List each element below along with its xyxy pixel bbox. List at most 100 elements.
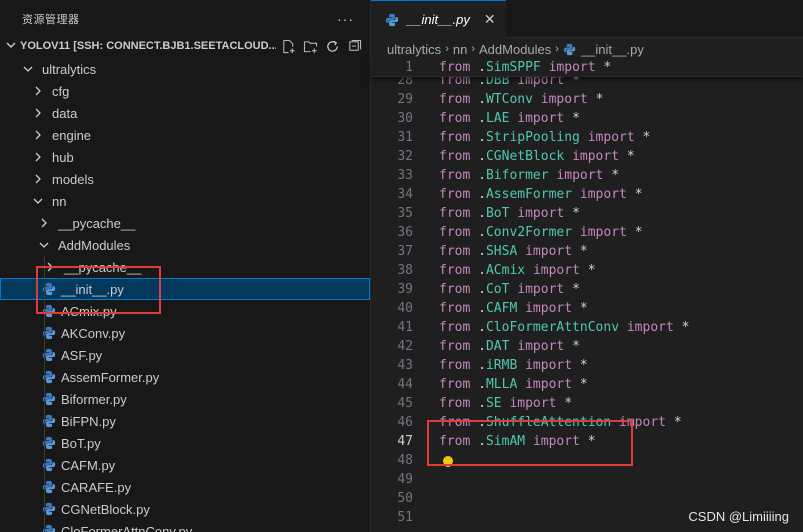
chevron-down-icon [36,240,52,250]
chevron-right-icon [30,108,46,118]
tree-file-item[interactable]: CGNetBlock.py [0,498,370,520]
tree-folder-item[interactable]: nn [0,190,370,212]
chevron-right-icon [30,130,46,140]
tree-file-item[interactable]: ACmix.py [0,300,370,322]
watermark: CSDN @Limiiiing [688,509,789,524]
tree-item-label: models [52,171,94,187]
dot-token: . [478,263,486,278]
code-editor[interactable]: 1 from . SimSPPF import * 28 from . DBB impor… [371,59,803,527]
module-name: WTConv [485,92,533,107]
tree-folder-item[interactable]: ultralytics [0,58,370,80]
tree-folder-item[interactable]: AddModules [0,234,370,256]
breadcrumb-item[interactable]: __init__.py [581,42,644,57]
code-line: 45 from . SE import * [371,394,803,413]
line-number: 46 [397,415,413,430]
code-line: 29 from . WTConv import * [371,90,803,109]
tree-folder-item[interactable]: data [0,102,370,124]
new-folder-icon[interactable] [302,38,318,54]
tree-file-item[interactable]: CARAFE.py [0,476,370,498]
workspace-title: YOLOV11 [SSH: CONNECT.BJB1.SEETACLOUD...… [20,40,276,52]
keyword-import: import [525,301,573,316]
wildcard-token: * [681,320,690,335]
dot-token: . [478,339,486,354]
tree-folder-item[interactable]: __pycache__ [0,256,370,278]
wildcard-token: * [579,377,588,392]
keyword-import: import [517,111,565,126]
module-name: CGNetBlock [485,149,565,164]
keyword-import: import [626,320,674,335]
close-icon[interactable]: ✕ [484,11,496,28]
chevron-down-icon [6,40,20,53]
tree-folder-item[interactable]: models [0,168,370,190]
tree-item-label: data [52,105,78,121]
chevron-right-icon [30,86,46,96]
line-number: 34 [397,187,413,202]
breadcrumb-item[interactable]: AddModules [479,42,551,57]
tree-file-item[interactable]: BiFPN.py [0,410,370,432]
keyword-from: from [439,263,471,278]
wildcard-token: * [634,225,643,240]
tree-item-label: __pycache__ [64,259,142,275]
dot-token: . [478,434,486,449]
keyword-import: import [509,396,557,411]
keyword-from: from [439,339,471,354]
keyword-import: import [556,168,604,183]
new-file-icon[interactable] [280,38,296,54]
code-line: 32 from . CGNetBlock import * [371,147,803,166]
code-line: 41 from . CloFormerAttnConv import * [371,318,803,337]
tree-file-item[interactable]: ASF.py [0,344,370,366]
tree-file-item[interactable]: __init__.py [0,278,370,300]
dot-token: . [478,358,486,373]
collapse-all-icon[interactable] [346,38,362,54]
keyword-from: from [439,415,471,430]
breadcrumb-item[interactable]: ultralytics [387,42,441,57]
tree-file-item[interactable]: CloFormerAttnConv.py [0,520,370,532]
tree-file-item[interactable]: AssemFormer.py [0,366,370,388]
workspace-header[interactable]: YOLOV11 [SSH: CONNECT.BJB1.SEETACLOUD...… [0,36,370,56]
keyword-from: from [439,60,471,75]
more-actions-icon[interactable]: ··· [337,11,354,27]
editor-area: __init__.py ✕ ultralytics › nn › AddModu… [371,0,803,532]
keyword-import: import [619,415,666,430]
dot-token: . [478,244,486,259]
explorer-sidebar: 资源管理器 ··· YOLOV11 [SSH: CONNECT.BJB1.SEE… [0,0,371,532]
tree-folder-item[interactable]: __pycache__ [0,212,370,234]
breadcrumb: ultralytics › nn › AddModules › __init__… [371,38,803,60]
tree-item-label: nn [52,193,67,209]
tree-file-item[interactable]: CAFM.py [0,454,370,476]
dot-token: . [478,377,486,392]
code-line: 30 from . LAE import * [371,109,803,128]
wildcard-token: * [587,263,596,278]
tree-folder-item[interactable]: engine [0,124,370,146]
tab-init-py[interactable]: __init__.py ✕ [371,0,506,38]
tab-label: __init__.py [407,12,470,27]
line-number: 35 [397,206,413,221]
tree-item-label: AssemFormer.py [61,369,160,385]
code-line: 47 from . SimAM import * [371,432,803,451]
tree-file-item[interactable]: Biformer.py [0,388,370,410]
tree-item-label: cfg [52,83,70,99]
wildcard-token: * [611,168,620,183]
breadcrumb-item[interactable]: nn [453,42,467,57]
keyword-import: import [525,358,573,373]
tree-folder-item[interactable]: cfg [0,80,370,102]
wildcard-token: * [572,206,580,221]
python-file-icon [563,43,576,56]
keyword-import: import [525,244,573,259]
lightbulb-icon[interactable] [443,456,453,467]
line-number: 38 [397,263,413,278]
tree-item-label: ASF.py [61,347,103,363]
wildcard-token: * [595,92,604,107]
tree-folder-item[interactable]: hub [0,146,370,168]
module-name: CloFormerAttnConv [485,320,620,335]
code-line: 40 from . CAFM import * [371,299,803,318]
line-number: 40 [397,301,413,316]
wildcard-token: * [634,187,643,202]
tree-file-item[interactable]: BoT.py [0,432,370,454]
tree-item-label: Biformer.py [61,391,127,407]
line-number: 36 [397,225,413,240]
code-line: 31 from . StripPooling import * [371,128,803,147]
tree-file-item[interactable]: AKConv.py [0,322,370,344]
python-file-icon [385,13,399,27]
refresh-icon[interactable] [324,38,340,54]
